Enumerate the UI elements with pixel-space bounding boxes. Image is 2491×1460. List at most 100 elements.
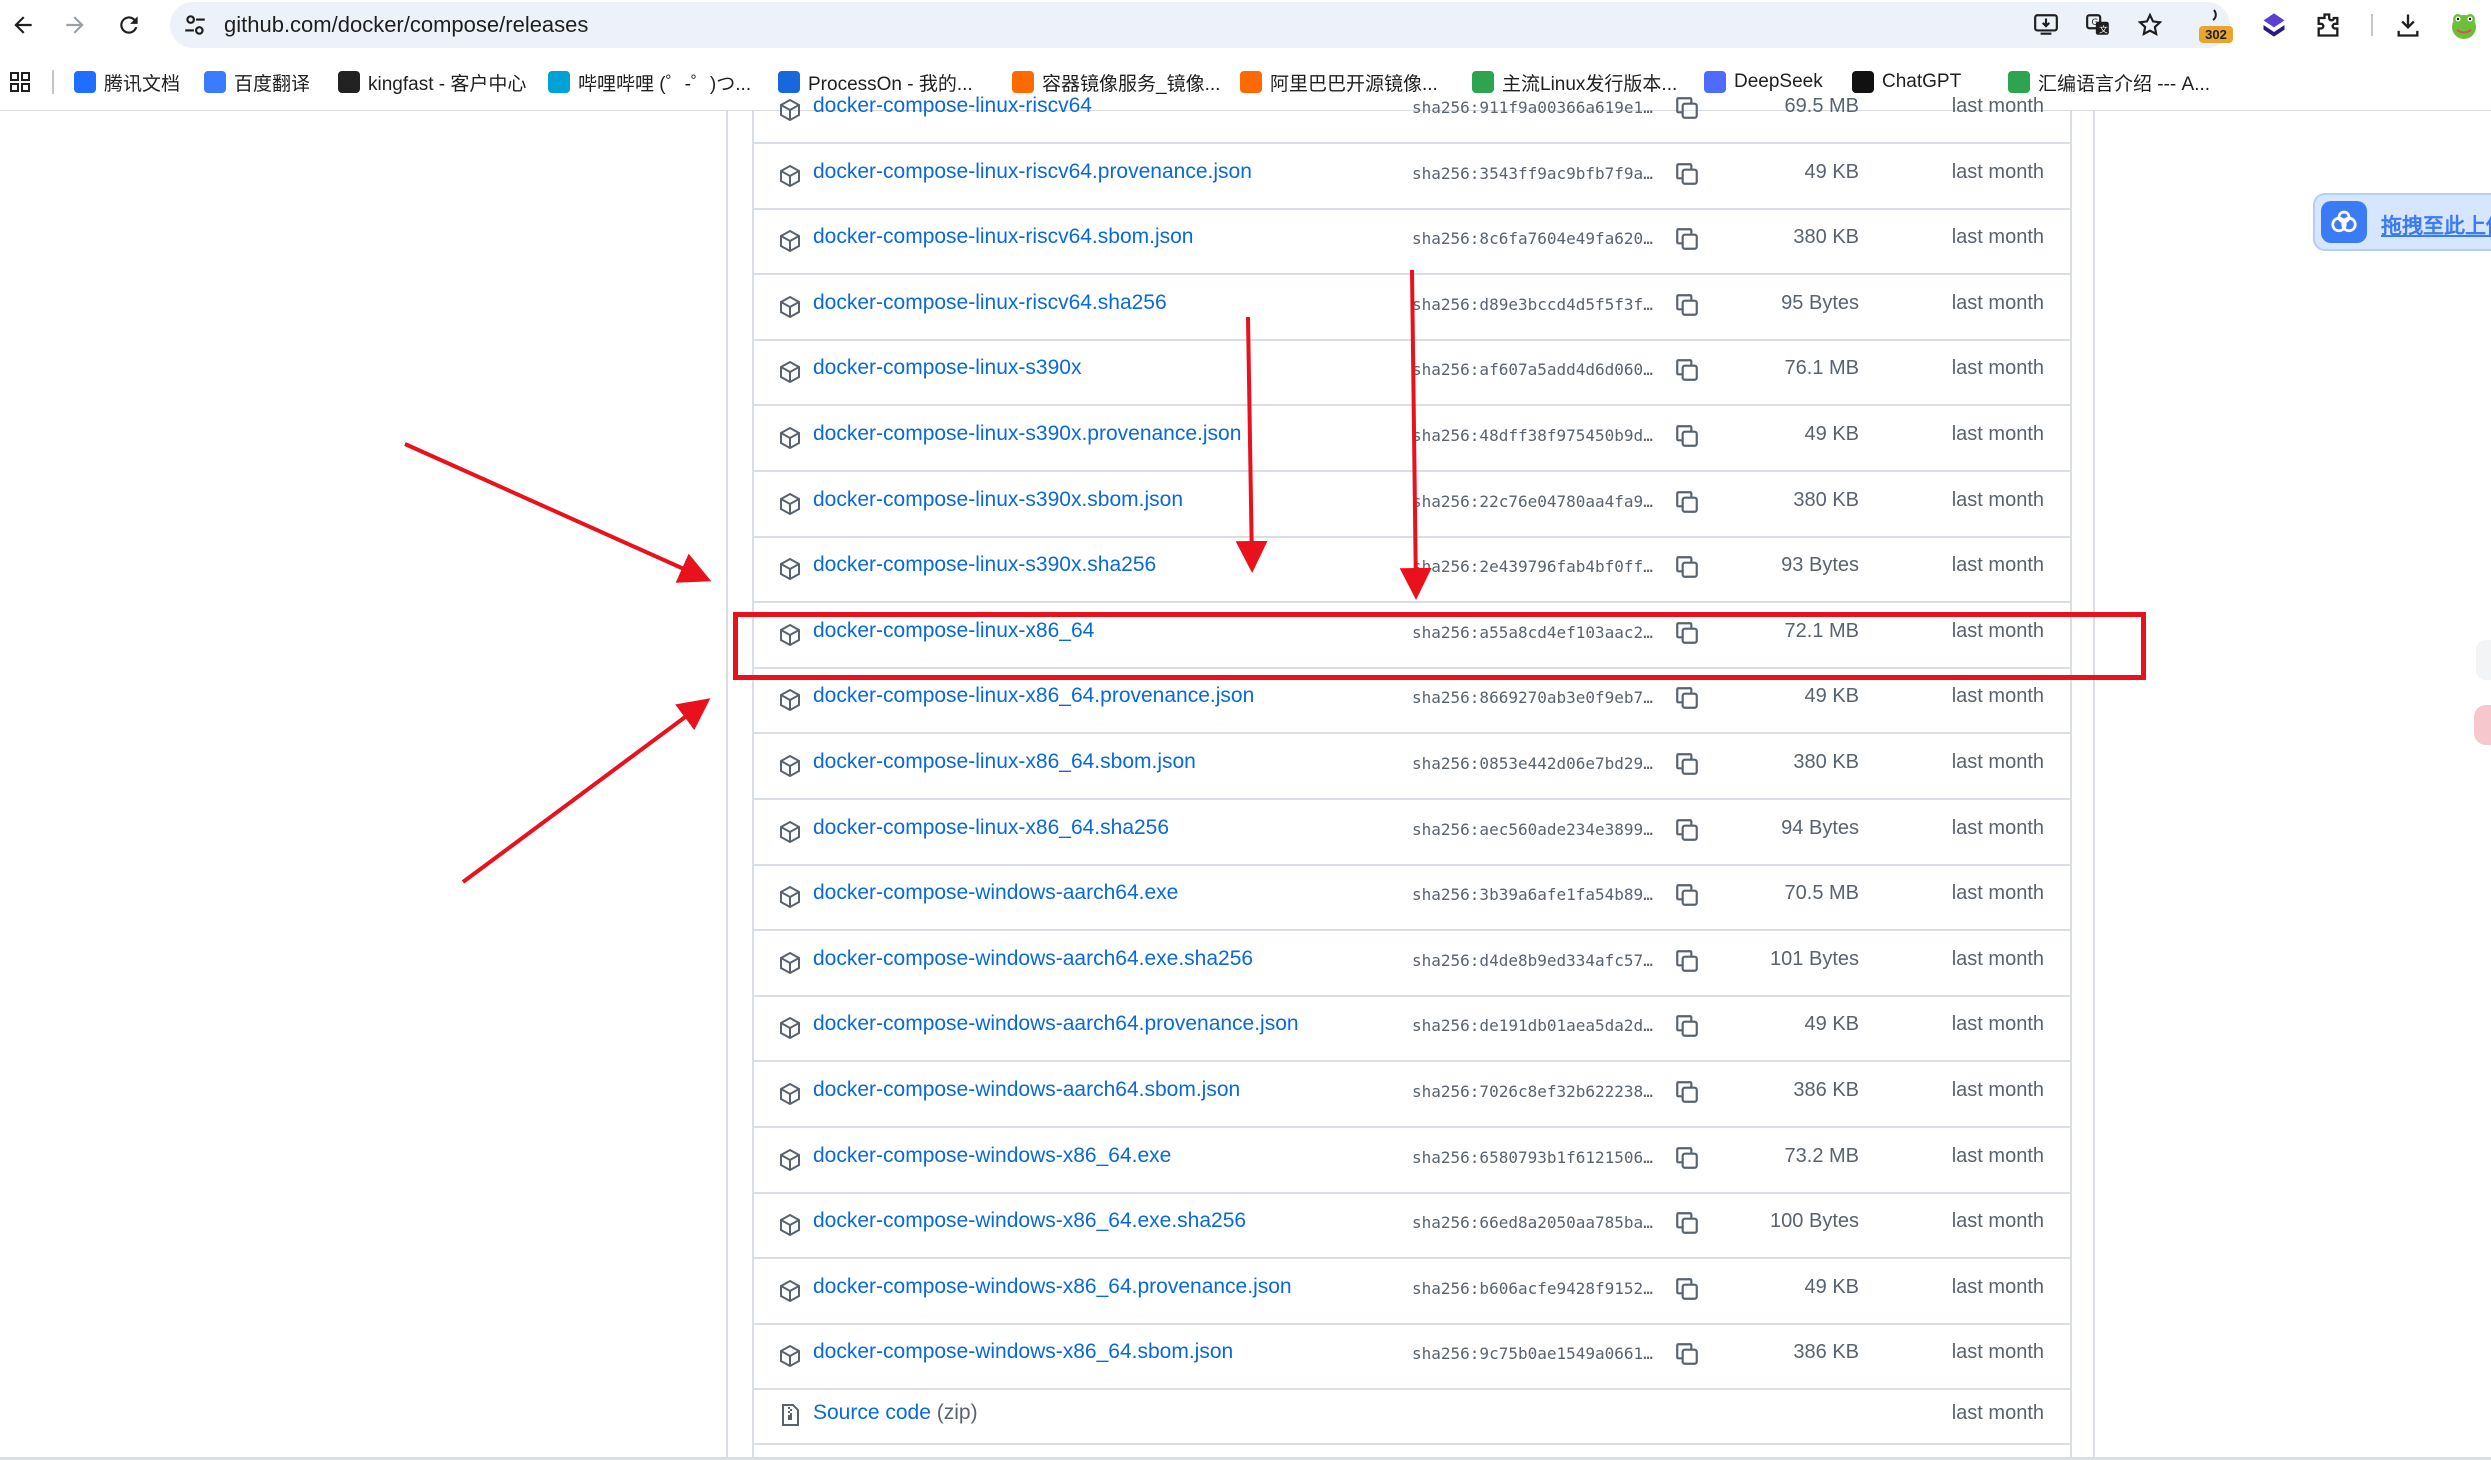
asset-row: docker-compose-windows-x86_64.provenance… bbox=[754, 1258, 2070, 1325]
asset-sha256: sha256:3543ff9ac9bfb7f9a… bbox=[1412, 163, 1653, 183]
copy-icon[interactable] bbox=[1674, 95, 1700, 121]
install-icon bbox=[2034, 14, 2058, 35]
package-icon bbox=[778, 295, 802, 319]
asset-date: last month bbox=[1951, 291, 2044, 314]
reload-button[interactable] bbox=[110, 6, 148, 44]
copy-icon[interactable] bbox=[1674, 1341, 1700, 1367]
asset-download-link[interactable]: docker-compose-windows-aarch64.sbom.json bbox=[813, 1078, 1240, 1102]
asset-size: 49 KB bbox=[1804, 1013, 1859, 1036]
package-icon bbox=[778, 1279, 802, 1303]
profile-button[interactable] bbox=[2446, 6, 2482, 44]
copy-icon[interactable] bbox=[1674, 489, 1700, 515]
asset-download-link[interactable]: docker-compose-windows-x86_64.sbom.json bbox=[813, 1340, 1233, 1364]
asset-sha256: sha256:22c76e04780aa4fa9… bbox=[1412, 491, 1653, 511]
bookmark-item[interactable]: 百度翻译 bbox=[204, 68, 310, 96]
package-icon bbox=[778, 98, 802, 122]
asset-date: last month bbox=[1951, 1402, 2044, 1424]
asset-date: last month bbox=[1951, 1341, 2044, 1364]
asset-row: docker-compose-windows-aarch64.exe sha256… bbox=[754, 864, 2070, 932]
copy-icon[interactable] bbox=[1674, 751, 1700, 777]
puzzle-icon bbox=[2317, 13, 2339, 37]
asset-download-link[interactable]: docker-compose-windows-x86_64.provenance… bbox=[813, 1275, 1292, 1299]
tencent-docs-icon bbox=[74, 71, 96, 93]
asset-date: last month bbox=[1951, 1144, 2044, 1167]
asset-download-link[interactable]: docker-compose-linux-riscv64.sha256 bbox=[813, 291, 1167, 315]
back-button[interactable] bbox=[4, 6, 42, 44]
asset-download-link[interactable]: docker-compose-linux-s390x.provenance.js… bbox=[813, 422, 1241, 446]
asset-sha256: sha256:aec560ade234e3899… bbox=[1412, 819, 1653, 839]
baidu-upload-label[interactable]: 拖拽至此上传 bbox=[2381, 210, 2491, 240]
copy-icon[interactable] bbox=[1674, 685, 1700, 711]
toolbar-divider bbox=[2371, 14, 2373, 36]
forward-button[interactable] bbox=[56, 6, 94, 44]
copy-icon[interactable] bbox=[1674, 1079, 1700, 1105]
source-code-format: (zip) bbox=[936, 1401, 978, 1424]
copy-icon[interactable] bbox=[1674, 1276, 1700, 1302]
copy-icon[interactable] bbox=[1674, 292, 1700, 318]
copy-icon[interactable] bbox=[1674, 1145, 1700, 1171]
asset-size: 380 KB bbox=[1793, 226, 1859, 249]
asset-download-link[interactable]: docker-compose-linux-riscv64.sbom.json bbox=[813, 225, 1193, 249]
copy-icon[interactable] bbox=[1674, 817, 1700, 843]
bookmarks-divider bbox=[52, 70, 54, 94]
apps-grid-button[interactable] bbox=[8, 70, 32, 94]
copy-icon[interactable] bbox=[1674, 226, 1700, 252]
asset-download-link[interactable]: docker-compose-linux-x86_64.provenance.j… bbox=[813, 684, 1254, 708]
asset-date: last month bbox=[1951, 947, 2044, 970]
asset-download-link[interactable]: docker-compose-windows-x86_64.exe bbox=[813, 1144, 1171, 1168]
asset-download-link[interactable]: docker-compose-linux-riscv64.provenance.… bbox=[813, 160, 1252, 184]
bookmark-item[interactable]: 腾讯文档 bbox=[74, 68, 180, 96]
address-bar[interactable]: github.com/docker/compose/releases G文 bbox=[170, 2, 2230, 48]
svg-text:文: 文 bbox=[2099, 24, 2108, 36]
side-panel-tab[interactable] bbox=[2476, 640, 2491, 680]
extension-cube-button[interactable] bbox=[2256, 6, 2292, 44]
package-icon bbox=[778, 492, 802, 516]
asset-download-link[interactable]: docker-compose-linux-x86_64.sha256 bbox=[813, 816, 1169, 840]
site-settings-icon[interactable] bbox=[182, 12, 208, 38]
downloads-button[interactable] bbox=[2390, 6, 2426, 44]
asset-download-link[interactable]: docker-compose-windows-aarch64.exe.sha25… bbox=[813, 947, 1253, 971]
asset-download-link[interactable]: docker-compose-windows-x86_64.exe.sha256 bbox=[813, 1209, 1246, 1233]
asset-download-link[interactable]: docker-compose-windows-aarch64.provenanc… bbox=[813, 1012, 1299, 1036]
bookmark-item[interactable]: 哔哩哔哩 (゜-゜)つ... bbox=[548, 68, 751, 96]
bookmark-item[interactable]: kingfast - 客户中心 bbox=[338, 68, 526, 96]
asset-download-link[interactable]: docker-compose-linux-riscv64 bbox=[813, 94, 1092, 118]
asset-sha256: sha256:2e439796fab4bf0ff… bbox=[1412, 557, 1653, 577]
copy-icon[interactable] bbox=[1674, 554, 1700, 580]
asset-download-link[interactable]: docker-compose-linux-s390x.sha256 bbox=[813, 553, 1156, 577]
package-icon bbox=[778, 885, 802, 909]
copy-icon[interactable] bbox=[1674, 357, 1700, 383]
bookmark-star-button[interactable] bbox=[2136, 11, 2164, 39]
asset-date: last month bbox=[1951, 554, 2044, 577]
star-icon bbox=[2137, 12, 2163, 37]
asset-download-link[interactable]: docker-compose-linux-s390x bbox=[813, 356, 1081, 380]
extensions-button[interactable] bbox=[2310, 6, 2346, 44]
asset-download-link[interactable]: docker-compose-linux-s390x.sbom.json bbox=[813, 488, 1183, 512]
url-text[interactable]: github.com/docker/compose/releases bbox=[224, 12, 588, 38]
download-icon bbox=[2397, 14, 2419, 37]
asset-date: last month bbox=[1951, 1210, 2044, 1233]
asset-row: docker-compose-linux-x86_64.sbom.json sha… bbox=[754, 733, 2070, 800]
extension-302-button[interactable]: 302 bbox=[2198, 6, 2234, 44]
extension-badge: 302 bbox=[2205, 27, 2227, 42]
package-icon bbox=[778, 1148, 802, 1172]
side-panel-tab-pink[interactable] bbox=[2474, 705, 2491, 745]
copy-icon[interactable] bbox=[1674, 161, 1700, 187]
copy-icon[interactable] bbox=[1674, 948, 1700, 974]
asset-row: docker-compose-linux-x86_64.sha256 sha256… bbox=[754, 799, 2070, 866]
asset-download-link[interactable]: docker-compose-windows-aarch64.exe bbox=[813, 881, 1178, 905]
asset-download-link[interactable]: docker-compose-linux-x86_64.sbom.json bbox=[813, 750, 1196, 774]
source-code-link[interactable]: Source code (zip) bbox=[813, 1401, 978, 1425]
asset-size: 70.5 MB bbox=[1784, 882, 1859, 905]
copy-icon[interactable] bbox=[1674, 1210, 1700, 1236]
baidu-upload-widget[interactable]: 拖拽至此上传 bbox=[2313, 193, 2491, 251]
install-app-button[interactable] bbox=[2032, 11, 2060, 39]
asset-row: docker-compose-linux-s390x.sbom.json sha2… bbox=[754, 471, 2070, 538]
translate-button[interactable]: G文 bbox=[2084, 11, 2112, 39]
copy-icon[interactable] bbox=[1674, 423, 1700, 449]
package-icon bbox=[778, 1082, 802, 1106]
package-icon bbox=[778, 951, 802, 975]
copy-icon[interactable] bbox=[1674, 1013, 1700, 1039]
asset-sha256: sha256:8c6fa7604e49fa620… bbox=[1412, 229, 1653, 249]
copy-icon[interactable] bbox=[1674, 882, 1700, 908]
